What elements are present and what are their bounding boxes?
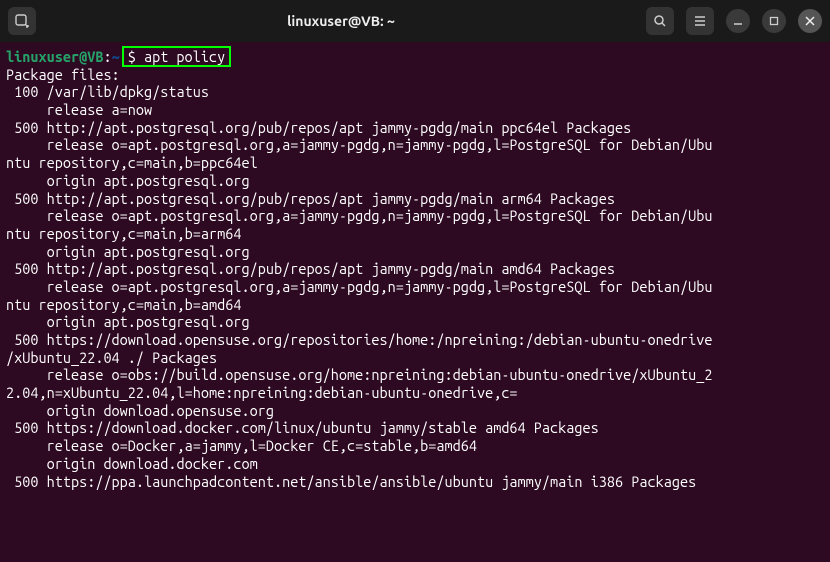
command-text: apt policy — [144, 48, 225, 65]
output-line: release o=apt.postgresql.org,a=jammy-pgd… — [6, 136, 712, 153]
output-line: 500 https://ppa.launchpadcontent.net/ans… — [6, 473, 696, 490]
minimize-icon — [733, 16, 743, 26]
output-line: origin apt.postgresql.org — [6, 243, 250, 260]
output-line: origin download.opensuse.org — [6, 402, 274, 419]
prompt-user-host: linuxuser@VB — [6, 48, 103, 65]
output-line: Package files: — [6, 66, 120, 83]
window-title: linuxuser@VB: ~ — [44, 13, 638, 29]
new-tab-icon — [14, 13, 30, 29]
output-line: 500 https://download.opensuse.org/reposi… — [6, 331, 712, 348]
output-line: release o=Docker,a=jammy,l=Docker CE,c=s… — [6, 437, 477, 454]
menu-button[interactable] — [686, 7, 714, 35]
output-line: /xUbuntu_22.04 ./ Packages — [6, 349, 217, 366]
output-line: release o=apt.postgresql.org,a=jammy-pgd… — [6, 207, 712, 224]
output-line: 500 http://apt.postgresql.org/pub/repos/… — [6, 119, 631, 136]
titlebar-right-group — [646, 7, 822, 35]
output-line: release o=obs://build.opensuse.org/home:… — [6, 366, 712, 383]
minimize-button[interactable] — [726, 9, 750, 33]
new-tab-button[interactable] — [8, 7, 36, 35]
output-line: 500 http://apt.postgresql.org/pub/repos/… — [6, 260, 615, 277]
output-line: ntu repository,c=main,b=amd64 — [6, 296, 241, 313]
maximize-button[interactable] — [762, 9, 786, 33]
command-highlight: $ apt policy — [122, 46, 231, 67]
search-button[interactable] — [646, 7, 674, 35]
output-line: origin apt.postgresql.org — [6, 172, 250, 189]
maximize-icon — [769, 16, 779, 26]
prompt-path: ~ — [112, 48, 120, 65]
output-line: 100 /var/lib/dpkg/status — [6, 83, 209, 100]
output-line: release o=apt.postgresql.org,a=jammy-pgd… — [6, 278, 712, 295]
output-line: 500 http://apt.postgresql.org/pub/repos/… — [6, 190, 615, 207]
output-line: origin apt.postgresql.org — [6, 313, 250, 330]
search-icon — [653, 14, 667, 28]
output-line: ntu repository,c=main,b=arm64 — [6, 225, 241, 242]
terminal-area[interactable]: linuxuser@VB:~$ apt policy Package files… — [0, 42, 830, 496]
close-icon — [805, 16, 815, 26]
prompt-colon: : — [103, 48, 111, 65]
output-line: 500 https://download.docker.com/linux/ub… — [6, 419, 599, 436]
titlebar-left-group — [8, 7, 36, 35]
window-titlebar: linuxuser@VB: ~ — [0, 0, 830, 42]
prompt-symbol: $ — [128, 48, 144, 65]
output-line: release a=now — [6, 101, 152, 118]
output-line: origin download.docker.com — [6, 455, 258, 472]
output-line: 2.04,n=xUbuntu_22.04,l=home:npreining:de… — [6, 384, 518, 401]
close-button[interactable] — [798, 9, 822, 33]
hamburger-icon — [693, 14, 707, 28]
output-line: ntu repository,c=main,b=ppc64el — [6, 154, 258, 171]
